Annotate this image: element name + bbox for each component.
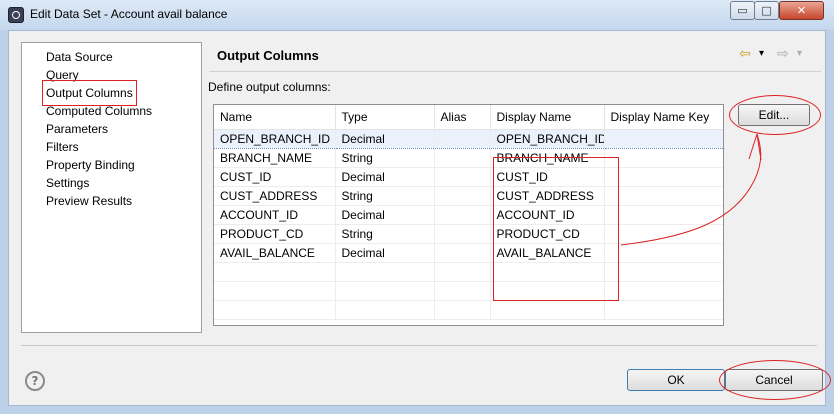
cell-alias: [434, 243, 491, 263]
nav-item-data-source[interactable]: Data Source: [46, 48, 113, 66]
cell-display-name-key: [604, 128, 723, 149]
close-button[interactable]: ✕: [779, 1, 824, 20]
footer-divider: [21, 345, 817, 346]
nav-item-filters[interactable]: Filters: [46, 138, 79, 156]
cell-display-name: PRODUCT_CD: [490, 224, 605, 244]
cell-display-name: BRANCH_NAME: [490, 148, 605, 168]
maximize-button[interactable]: □: [754, 1, 779, 20]
output-columns-table[interactable]: Name Type Alias Display Name Display Nam…: [213, 104, 724, 326]
app-icon: [8, 7, 24, 23]
cell-alias: [434, 167, 491, 187]
cell-display-name-key: [604, 167, 723, 187]
table-row[interactable]: AVAIL_BALANCE Decimal AVAIL_BALANCE: [214, 243, 723, 263]
cell-alias: [434, 224, 491, 244]
header-divider: [209, 71, 821, 72]
cell-type: Decimal: [335, 243, 435, 263]
nav-item-property-binding[interactable]: Property Binding: [46, 156, 135, 174]
cell-display-name-key: [604, 186, 723, 206]
minimize-icon: ▭: [737, 4, 748, 17]
empty-table-row: [214, 300, 723, 320]
table-row[interactable]: BRANCH_NAME String BRANCH_NAME: [214, 148, 723, 168]
column-header-alias[interactable]: Alias: [434, 105, 491, 130]
table-row[interactable]: ACCOUNT_ID Decimal ACCOUNT_ID: [214, 205, 723, 225]
cell-type: Decimal: [335, 205, 435, 225]
cell-type: Decimal: [335, 128, 435, 149]
ok-button[interactable]: OK: [627, 369, 725, 391]
back-arrow-icon[interactable]: ⇦: [739, 46, 751, 62]
forward-arrow-icon[interactable]: ⇨: [777, 46, 789, 62]
cell-type: String: [335, 186, 435, 206]
cell-alias: [434, 148, 491, 168]
cell-display-name-key: [604, 243, 723, 263]
window-title: Edit Data Set - Account avail balance: [30, 7, 228, 21]
cell-name: OPEN_BRANCH_ID: [214, 128, 336, 149]
cell-name: CUST_ADDRESS: [214, 186, 336, 206]
column-header-display-name-key[interactable]: Display Name Key: [604, 105, 723, 130]
table-header-row: Name Type Alias Display Name Display Nam…: [214, 105, 723, 130]
table-row[interactable]: CUST_ID Decimal CUST_ID: [214, 167, 723, 187]
cell-alias: [434, 128, 491, 149]
cancel-button[interactable]: Cancel: [725, 369, 823, 391]
empty-table-row: [214, 281, 723, 301]
minimize-button[interactable]: ▭: [730, 1, 755, 20]
nav-item-output-columns[interactable]: Output Columns: [42, 80, 137, 106]
cell-name: PRODUCT_CD: [214, 224, 336, 244]
cell-type: Decimal: [335, 167, 435, 187]
cell-display-name: CUST_ID: [490, 167, 605, 187]
cell-display-name-key: [604, 148, 723, 168]
cell-name: BRANCH_NAME: [214, 148, 336, 168]
empty-table-row: [214, 262, 723, 282]
cell-alias: [434, 205, 491, 225]
table-row[interactable]: CUST_ADDRESS String CUST_ADDRESS: [214, 186, 723, 206]
cell-type: String: [335, 148, 435, 168]
nav-item-parameters[interactable]: Parameters: [46, 120, 108, 138]
cell-name: AVAIL_BALANCE: [214, 243, 336, 263]
close-icon: ✕: [796, 4, 807, 17]
cell-display-name: OPEN_BRANCH_ID: [490, 128, 605, 149]
cell-display-name: CUST_ADDRESS: [490, 186, 605, 206]
table-row[interactable]: PRODUCT_CD String PRODUCT_CD: [214, 224, 723, 244]
cell-name: CUST_ID: [214, 167, 336, 187]
nav-item-computed-columns[interactable]: Computed Columns: [46, 102, 152, 120]
maximize-icon: □: [761, 4, 772, 17]
cell-display-name: ACCOUNT_ID: [490, 205, 605, 225]
cell-display-name: AVAIL_BALANCE: [490, 243, 605, 263]
column-header-name[interactable]: Name: [214, 105, 336, 130]
edit-button[interactable]: Edit...: [738, 104, 810, 126]
cell-alias: [434, 186, 491, 206]
cell-display-name-key: [604, 205, 723, 225]
help-icon[interactable]: ?: [25, 371, 45, 391]
table-row[interactable]: OPEN_BRANCH_ID Decimal OPEN_BRANCH_ID: [214, 128, 723, 149]
back-dropdown-icon[interactable]: ▾: [759, 46, 764, 62]
column-header-display-name[interactable]: Display Name: [490, 105, 605, 130]
define-columns-label: Define output columns:: [208, 80, 331, 94]
title-bar: Edit Data Set - Account avail balance ▭ …: [0, 0, 834, 30]
nav-item-preview-results[interactable]: Preview Results: [46, 192, 132, 210]
cell-type: String: [335, 224, 435, 244]
nav-item-query[interactable]: Query: [46, 66, 79, 84]
nav-item-settings[interactable]: Settings: [46, 174, 89, 192]
dialog-body: Data Source Query Output Columns Compute…: [8, 30, 831, 406]
cell-name: ACCOUNT_ID: [214, 205, 336, 225]
page-title: Output Columns: [217, 48, 319, 63]
column-header-type[interactable]: Type: [335, 105, 435, 130]
forward-dropdown-icon[interactable]: ▾: [797, 46, 802, 62]
nav-tree: Data Source Query Output Columns Compute…: [21, 42, 202, 333]
cell-display-name-key: [604, 224, 723, 244]
